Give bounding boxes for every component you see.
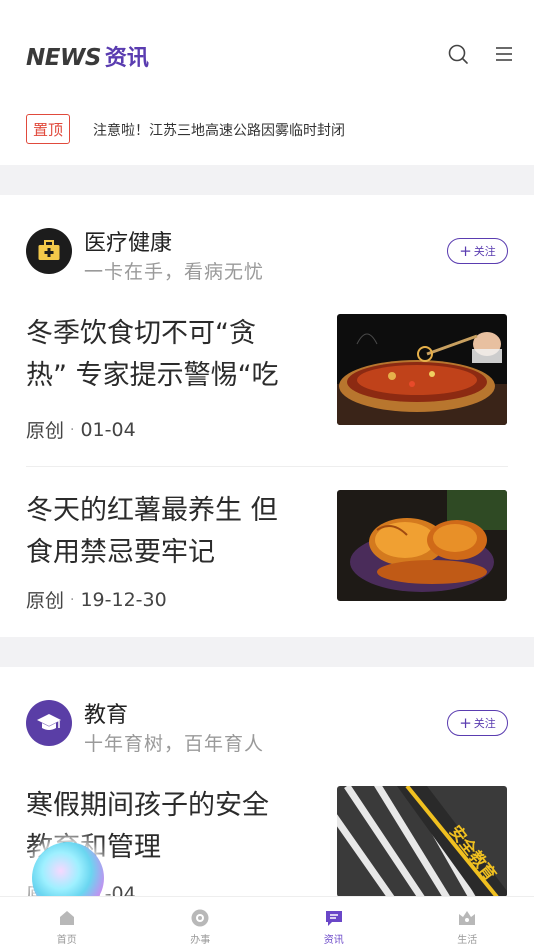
- article-title: 冬季饮食切不可“贪 热” 专家提示警惕“吃: [26, 313, 306, 397]
- logo-news-text: NEWS: [26, 45, 101, 71]
- nav-item-home[interactable]: 首页: [0, 897, 134, 950]
- safety-education-image[interactable]: 安全教育: [337, 786, 507, 896]
- pinned-badge: 置顶: [26, 114, 70, 144]
- category-subtitle: 一卡在手，看病无忧: [84, 261, 265, 283]
- plus-icon: +: [459, 713, 472, 732]
- article-date: 19-12-30: [80, 588, 167, 611]
- article-meta: 原创 · 01-04: [26, 416, 136, 443]
- menu-icon[interactable]: [492, 42, 516, 66]
- category-subtitle: 十年育树，百年育人: [84, 733, 265, 755]
- home-icon: [59, 910, 74, 925]
- article-title-line: 冬季饮食切不可“贪: [26, 318, 256, 349]
- nav-item-life[interactable]: 生活: [401, 897, 534, 950]
- search-icon[interactable]: [446, 42, 470, 66]
- nav-item-service[interactable]: 办事: [134, 897, 268, 950]
- article-title-line: 冬天的红薯最养生 但: [26, 495, 278, 526]
- medical-kit-icon: [26, 228, 72, 274]
- meta-separator: ·: [70, 591, 75, 608]
- plus-icon: +: [459, 241, 472, 260]
- article-title-line: 寒假期间孩子的安全: [26, 790, 269, 821]
- bottom-nav: 首页 办事 资讯 生活: [0, 896, 534, 950]
- logo-cn-text: 资讯: [104, 46, 149, 71]
- article-date: 01-04: [80, 418, 136, 441]
- service-icon: [191, 909, 209, 926]
- app-header: NEWS 资讯: [0, 0, 534, 100]
- nav-label: 首页: [56, 934, 77, 946]
- follow-label: 关注: [473, 717, 496, 730]
- category-title: 医疗健康: [84, 231, 173, 256]
- life-icon: [459, 910, 476, 925]
- notice-text[interactable]: 注意啦！江苏三地高速公路因雾临时封闭: [93, 120, 345, 140]
- pinned-notice[interactable]: 置顶 注意啦！江苏三地高速公路因雾临时封闭: [0, 112, 534, 146]
- news-icon: [325, 910, 342, 926]
- article-divider: [26, 466, 508, 467]
- meta-separator: ·: [70, 421, 75, 438]
- article-meta: 原创 · 19-12-30: [26, 586, 167, 613]
- graduation-cap-icon: [26, 700, 72, 746]
- section-gap: [0, 637, 534, 667]
- nav-label: 办事: [190, 934, 211, 946]
- follow-button[interactable]: + 关注: [447, 238, 508, 264]
- nav-item-news[interactable]: 资讯: [267, 897, 401, 950]
- sweet-potato-image[interactable]: [337, 490, 507, 601]
- follow-button[interactable]: + 关注: [447, 710, 508, 736]
- article-source: 原创: [26, 420, 65, 442]
- nav-label: 生活: [457, 934, 478, 946]
- article-source: 原创: [26, 590, 65, 612]
- section-gap: [0, 165, 534, 195]
- article-title-line: 食用禁忌要牢记: [26, 537, 215, 568]
- article-title-line: 热” 专家提示警惕“吃: [26, 360, 279, 391]
- news-logo: NEWS 资讯: [26, 40, 149, 72]
- hotpot-image[interactable]: [337, 314, 507, 425]
- category-title: 教育: [84, 703, 129, 728]
- follow-label: 关注: [473, 245, 496, 258]
- category-section-medical: 医疗健康 一卡在手，看病无忧 + 关注 冬季饮食切不可“贪 热” 专家提示警惕“…: [0, 195, 534, 637]
- article-title: 冬天的红薯最养生 但 食用禁忌要牢记: [26, 490, 306, 574]
- nav-label: 资讯: [323, 934, 344, 946]
